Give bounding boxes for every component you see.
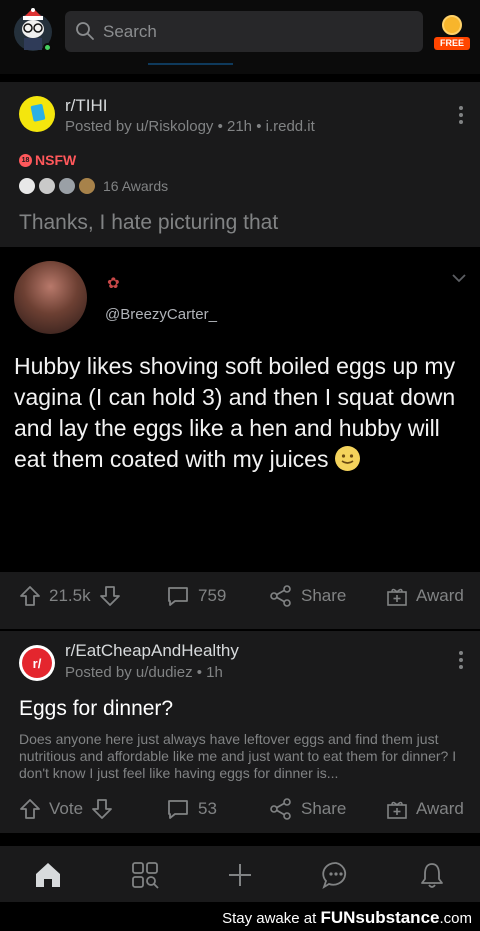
- svg-text:r/: r/: [33, 656, 42, 671]
- watermark-brand: FUNsubstance: [320, 908, 440, 927]
- downvote-icon[interactable]: [99, 585, 121, 607]
- vote-count: 21.5k: [49, 586, 91, 605]
- gift-icon: [387, 801, 407, 819]
- award-button[interactable]: Award: [386, 798, 464, 820]
- nsfw-tag: 18 NSFW: [19, 152, 76, 168]
- post-title[interactable]: Thanks, I hate picturing that: [19, 211, 278, 235]
- vote-label: Vote: [49, 799, 84, 818]
- upvote-icon[interactable]: [19, 798, 41, 820]
- post-body[interactable]: Does anyone here just always have leftov…: [19, 731, 459, 782]
- more-options-icon[interactable]: [458, 651, 464, 671]
- share-icon: [270, 798, 291, 820]
- award-icon: [39, 178, 55, 194]
- chat-icon[interactable]: [321, 860, 351, 890]
- top-bar: Search FREE: [0, 0, 480, 74]
- comments-button[interactable]: 53: [166, 798, 217, 820]
- post-image[interactable]: ✿ @BreezyCarter_ Hubby likes shoving sof…: [0, 247, 480, 572]
- tweet-text: Hubby likes shoving soft boiled eggs up …: [14, 351, 469, 475]
- nsfw-label: NSFW: [35, 152, 77, 168]
- online-status-dot: [43, 43, 52, 52]
- award-button[interactable]: Award: [386, 585, 464, 607]
- share-button[interactable]: Share: [269, 798, 346, 820]
- upvote-icon[interactable]: [19, 585, 41, 607]
- tweet-handle: @BreezyCarter_: [105, 306, 217, 323]
- tab-indicator: [148, 63, 233, 65]
- subreddit-icon[interactable]: [19, 96, 55, 132]
- awards-count: 16 Awards: [103, 178, 169, 194]
- discover-icon[interactable]: [130, 860, 160, 890]
- post-meta: Posted by u/dudiez • 1h: [65, 664, 223, 681]
- comment-icon: [168, 800, 188, 819]
- comments-button[interactable]: 759: [166, 585, 226, 607]
- comment-count: 759: [198, 586, 227, 605]
- vote-group: Vote: [19, 798, 113, 820]
- share-label: Share: [301, 586, 347, 605]
- notifications-icon[interactable]: [417, 860, 447, 890]
- gift-icon: [387, 588, 407, 606]
- tweet-text-content: Hubby likes shoving soft boiled eggs up …: [14, 353, 456, 472]
- nsfw-icon: 18: [19, 153, 32, 167]
- subreddit-icon[interactable]: r/: [19, 645, 55, 681]
- award-label: Award: [416, 799, 464, 818]
- search-icon: [76, 22, 94, 40]
- watermark-prefix: Stay awake at: [222, 910, 321, 927]
- share-button[interactable]: Share: [269, 585, 346, 607]
- tweet-author-avatar: [14, 261, 87, 334]
- free-coins-button[interactable]: FREE: [434, 15, 470, 51]
- award-icon: [59, 178, 75, 194]
- watermark-text: Stay awake at FUNsubstance.com: [222, 908, 472, 928]
- create-icon[interactable]: [225, 860, 255, 890]
- watermark-bar: Stay awake at FUNsubstance.com: [0, 903, 480, 931]
- post-card[interactable]: r/ r/EatCheapAndHealthy Posted by u/dudi…: [0, 631, 480, 833]
- awards-row[interactable]: 16 Awards: [19, 178, 168, 194]
- bottom-navigation: [0, 846, 480, 902]
- rose-emoji-icon: ✿: [107, 275, 120, 292]
- post-meta: Posted by u/Riskology • 21h • i.redd.it: [65, 118, 315, 135]
- post-title[interactable]: Eggs for dinner?: [19, 697, 173, 721]
- vote-group: 21.5k: [19, 585, 121, 607]
- smiley-emoji-icon: [334, 446, 360, 471]
- post-actions: 21.5k 759 Share Award: [0, 574, 480, 618]
- subreddit-name[interactable]: r/TIHI: [65, 96, 108, 116]
- downvote-icon[interactable]: [91, 798, 113, 820]
- post-actions: Vote 53 Share Award: [0, 788, 480, 832]
- award-icon: [79, 178, 95, 194]
- comment-count: 53: [198, 799, 217, 818]
- watermark-suffix: .com: [439, 910, 472, 927]
- coin-label: FREE: [434, 37, 470, 50]
- search-bar[interactable]: Search: [65, 11, 423, 52]
- more-options-icon[interactable]: [458, 106, 464, 126]
- search-placeholder: Search: [103, 22, 157, 41]
- chevron-down-icon: [452, 274, 466, 283]
- share-icon: [270, 585, 291, 607]
- share-label: Share: [301, 799, 347, 818]
- home-icon[interactable]: [33, 860, 63, 890]
- coin-icon: [442, 15, 462, 35]
- post-card[interactable]: r/TIHI Posted by u/Riskology • 21h • i.r…: [0, 82, 480, 629]
- silver-award-icon: [19, 178, 35, 194]
- award-label: Award: [416, 586, 464, 605]
- comment-icon: [168, 587, 188, 606]
- subreddit-name[interactable]: r/EatCheapAndHealthy: [65, 641, 239, 661]
